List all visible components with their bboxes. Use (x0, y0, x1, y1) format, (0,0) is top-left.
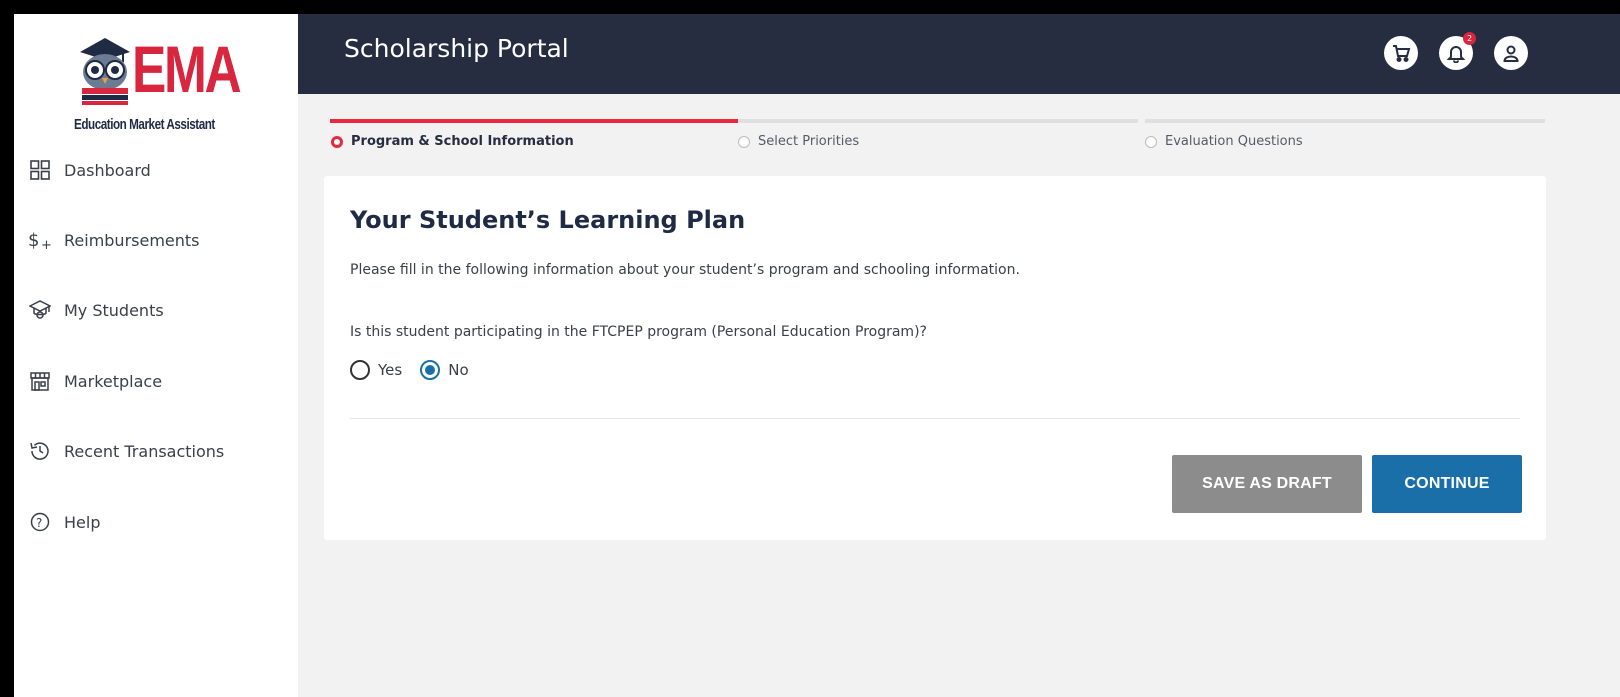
sidebar-item-label: Dashboard (64, 160, 151, 180)
form-description: Please fill in the following information… (350, 262, 1020, 278)
step-active-dot-icon (331, 135, 343, 148)
help-circle-icon: ? (28, 510, 52, 534)
radio-label-no: No (448, 361, 469, 379)
notification-bell-icon (1446, 46, 1466, 63)
sidebar: EMA Education Market Assistant Dashboard… (14, 14, 298, 697)
sidebar-item-label: Recent Transactions (64, 441, 225, 461)
card-divider (350, 418, 1520, 419)
dollar-plus-icon: $ + (28, 228, 52, 252)
step-progress-line-1 (330, 119, 746, 123)
form-title: Your Student’s Learning Plan (350, 206, 746, 234)
step-label: Program & School Information (351, 134, 574, 149)
ftcpep-question: Is this student participating in the FTC… (350, 324, 927, 340)
app-window: EMA Education Market Assistant Dashboard… (14, 14, 1620, 697)
radio-option-yes[interactable]: Yes (350, 360, 402, 380)
save-as-draft-button[interactable]: SAVE AS DRAFT (1172, 455, 1362, 513)
learning-plan-card: Your Student’s Learning Plan Please fill… (324, 176, 1546, 540)
sidebar-item-my-students[interactable]: My Students (28, 295, 164, 325)
step-label: Select Priorities (758, 134, 860, 149)
owl-mascot-icon (80, 38, 130, 105)
ema-logo[interactable]: EMA Education Market Assistant (72, 30, 242, 140)
sidebar-item-recent-transactions[interactable]: Recent Transactions (28, 436, 224, 466)
sidebar-item-dashboard[interactable]: Dashboard (28, 155, 151, 185)
step-dot-icon (1145, 135, 1157, 148)
radio-no[interactable] (420, 360, 441, 380)
svg-text:?: ? (36, 516, 42, 530)
step-select-priorities[interactable]: Select Priorities (738, 134, 859, 149)
svg-text:+: + (41, 238, 52, 251)
step-progress-line-2 (738, 119, 1138, 123)
step-label: Evaluation Questions (1165, 134, 1303, 149)
portal-title: Scholarship Portal (344, 34, 569, 63)
logo-tagline: Education Market Assistant (74, 116, 215, 133)
sidebar-item-label: Marketplace (64, 371, 163, 391)
sidebar-item-label: Reimbursements (64, 230, 200, 250)
svg-text:$: $ (28, 230, 39, 251)
cart-button[interactable] (1384, 36, 1418, 70)
sidebar-item-label: Help (64, 512, 101, 532)
sidebar-item-help[interactable]: ? Help (28, 507, 100, 537)
graduation-cap-icon (28, 298, 52, 322)
radio-yes[interactable] (350, 360, 370, 380)
top-header: Scholarship Portal 2 (298, 14, 1620, 94)
sidebar-item-reimbursements[interactable]: $ + Reimbursements (28, 225, 200, 255)
continue-button[interactable]: CONTINUE (1372, 455, 1522, 513)
notifications-button[interactable]: 2 (1439, 32, 1476, 70)
user-account-button[interactable] (1494, 36, 1528, 70)
step-program-school-info[interactable]: Program & School Information (331, 134, 574, 149)
history-clock-icon (28, 439, 52, 463)
ftcpep-radio-group: Yes No (350, 360, 487, 380)
radio-label-yes: Yes (378, 361, 403, 379)
storefront-icon (28, 369, 52, 393)
radio-option-no[interactable]: No (420, 360, 469, 380)
cart-icon (1393, 45, 1411, 62)
step-progress-line-3 (1145, 119, 1545, 123)
step-evaluation-questions[interactable]: Evaluation Questions (1145, 134, 1303, 149)
dashboard-grid-icon (28, 158, 52, 182)
step-dot-icon (738, 135, 750, 148)
sidebar-item-marketplace[interactable]: Marketplace (28, 366, 162, 396)
user-account-icon (1503, 45, 1519, 62)
notification-count-badge: 2 (1463, 32, 1476, 45)
sidebar-item-label: My Students (64, 300, 164, 320)
logo-brand-text: EMA (132, 32, 242, 106)
